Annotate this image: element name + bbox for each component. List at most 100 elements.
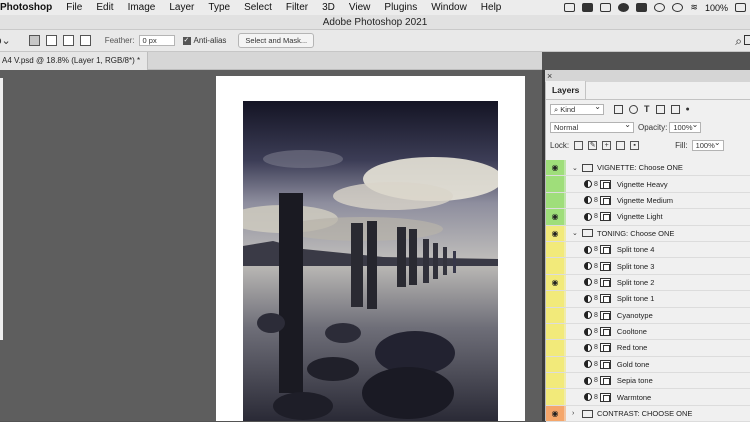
adjustment-filter-icon[interactable] [629,104,638,114]
layer-row[interactable]: 8 Cooltone [546,323,750,341]
menu-plugins[interactable]: Plugins [384,2,417,13]
record-icon[interactable] [618,3,630,12]
link-icon[interactable]: 8 [594,213,598,220]
layer-mask-thumbnail[interactable] [599,245,611,255]
menu-edit[interactable]: Edit [96,2,113,13]
visibility-toggle[interactable]: ◉ [546,209,564,225]
layer-name[interactable]: VIGNETTE: Choose ONE [597,163,683,172]
canvas-area[interactable] [0,70,542,421]
layer-mask-thumbnail[interactable] [599,294,611,304]
layer-name[interactable]: Split tone 3 [617,262,655,271]
workspace-icon[interactable] [744,35,750,45]
visibility-toggle[interactable] [546,340,564,356]
fill-input[interactable]: 100% [691,138,724,151]
menu-view[interactable]: View [349,2,371,13]
battery-icon[interactable] [735,3,746,12]
screen-icon[interactable] [582,3,594,12]
menu-type[interactable]: Type [208,2,230,13]
layer-row[interactable]: 8 Gold tone [546,356,750,374]
link-icon[interactable]: 8 [594,279,598,286]
layer-mask-thumbnail[interactable] [599,310,611,320]
adjustment-layer-icon[interactable] [584,360,592,369]
adjustment-layer-icon[interactable] [584,327,592,336]
layer-mask-thumbnail[interactable] [599,327,611,337]
visibility-toggle[interactable] [546,373,564,389]
document-page[interactable] [216,76,525,421]
visibility-toggle[interactable]: ◉ [546,405,564,422]
visibility-toggle[interactable]: ◉ [546,225,564,241]
layer-name[interactable]: Sepia tone [617,376,653,385]
layer-mask-thumbnail[interactable] [599,392,611,402]
layer-row[interactable]: 8 Split tone 4 [546,241,750,259]
adjustment-layer-icon[interactable] [584,180,592,189]
location-icon[interactable] [672,3,684,12]
document-tab[interactable]: A4 V.psd @ 18.8% (Layer 1, RGB/8*) * [0,52,148,70]
adjustment-layer-icon[interactable] [584,294,592,303]
link-icon[interactable]: 8 [594,344,598,351]
adjustment-layer-icon[interactable] [584,245,592,254]
chevron-right-icon[interactable]: › [572,410,580,417]
layer-row[interactable]: ◉ 8 Split tone 2 [546,274,750,292]
visibility-toggle[interactable] [546,258,564,274]
layer-row[interactable]: 8 Split tone 3 [546,258,750,275]
lock-artboard-icon[interactable] [616,140,626,150]
layer-group-row[interactable]: ◉ › CONTRAST: CHOOSE ONE [546,405,750,422]
wifi-icon[interactable]: ≋ [690,2,698,13]
app-menu[interactable]: Photoshop [0,2,52,13]
link-icon[interactable]: 8 [594,263,598,270]
layer-name[interactable]: CONTRAST: CHOOSE ONE [597,409,692,418]
layer-row[interactable]: 8 Vignette Medium [546,192,750,210]
lock-image-icon[interactable]: ✎ [588,140,598,150]
visibility-toggle[interactable] [546,192,564,209]
layer-row[interactable]: 8 Sepia tone [546,373,750,390]
select-and-mask-button[interactable]: Select and Mask... [238,33,315,48]
layer-row[interactable]: 8 Split tone 1 [546,291,750,308]
layer-row[interactable]: ◉ 8 Vignette Light [546,209,750,226]
filter-toggle-icon[interactable]: ● [686,106,690,113]
layer-mask-thumbnail[interactable] [599,179,611,189]
layer-row[interactable]: 8 Warmtone [546,389,750,406]
link-icon[interactable]: 8 [594,246,598,253]
lasso-tool-icon[interactable]: ↄ⌄ [0,34,11,47]
layer-mask-thumbnail[interactable] [599,376,611,386]
menu-window[interactable]: Window [431,2,467,13]
link-icon[interactable]: 8 [594,312,598,319]
visibility-toggle[interactable] [546,241,564,258]
lock-all-icon[interactable]: ▪ [630,140,640,150]
adjustment-layer-icon[interactable] [584,376,592,385]
layer-name[interactable]: Vignette Medium [617,196,673,205]
blend-mode-select[interactable]: Normal [550,120,634,133]
layer-row[interactable]: 8 Red tone [546,340,750,357]
layer-name[interactable]: Vignette Heavy [617,180,668,189]
shape-filter-icon[interactable] [655,104,665,114]
layer-mask-thumbnail[interactable] [599,212,611,222]
layer-group-row[interactable]: ◉ ⌄ VIGNETTE: Choose ONE [546,160,750,177]
adjustment-layer-icon[interactable] [584,343,592,352]
layer-name[interactable]: Split tone 2 [617,278,655,287]
kind-filter-select[interactable]: ⌕ Kind [550,102,604,115]
add-selection-icon[interactable] [45,35,57,46]
layer-mask-thumbnail[interactable] [599,277,611,287]
visibility-toggle[interactable] [546,307,564,323]
adjustment-layer-icon[interactable] [584,311,592,320]
menu-image[interactable]: Image [128,2,156,13]
visibility-toggle[interactable] [546,291,564,307]
opacity-input[interactable]: 100% [669,120,702,133]
visibility-toggle[interactable]: ◉ [546,274,564,291]
layer-mask-thumbnail[interactable] [599,195,611,205]
photo-image[interactable] [243,101,498,421]
visibility-toggle[interactable] [546,389,564,405]
type-filter-icon[interactable]: T [644,104,650,114]
link-icon[interactable]: 8 [594,181,598,188]
link-icon[interactable]: 8 [594,295,598,302]
pixel-filter-icon[interactable] [614,104,623,114]
malwarebytes-icon[interactable] [636,3,648,12]
visibility-toggle[interactable]: ◉ [546,160,564,176]
layer-name[interactable]: Gold tone [617,360,650,369]
menu-select[interactable]: Select [244,2,272,13]
new-selection-icon[interactable] [28,35,40,46]
visibility-toggle[interactable] [546,356,564,373]
tab-layers[interactable]: Layers [546,81,587,99]
smart-object-filter-icon[interactable] [670,104,680,114]
adjustment-layer-icon[interactable] [584,196,592,205]
